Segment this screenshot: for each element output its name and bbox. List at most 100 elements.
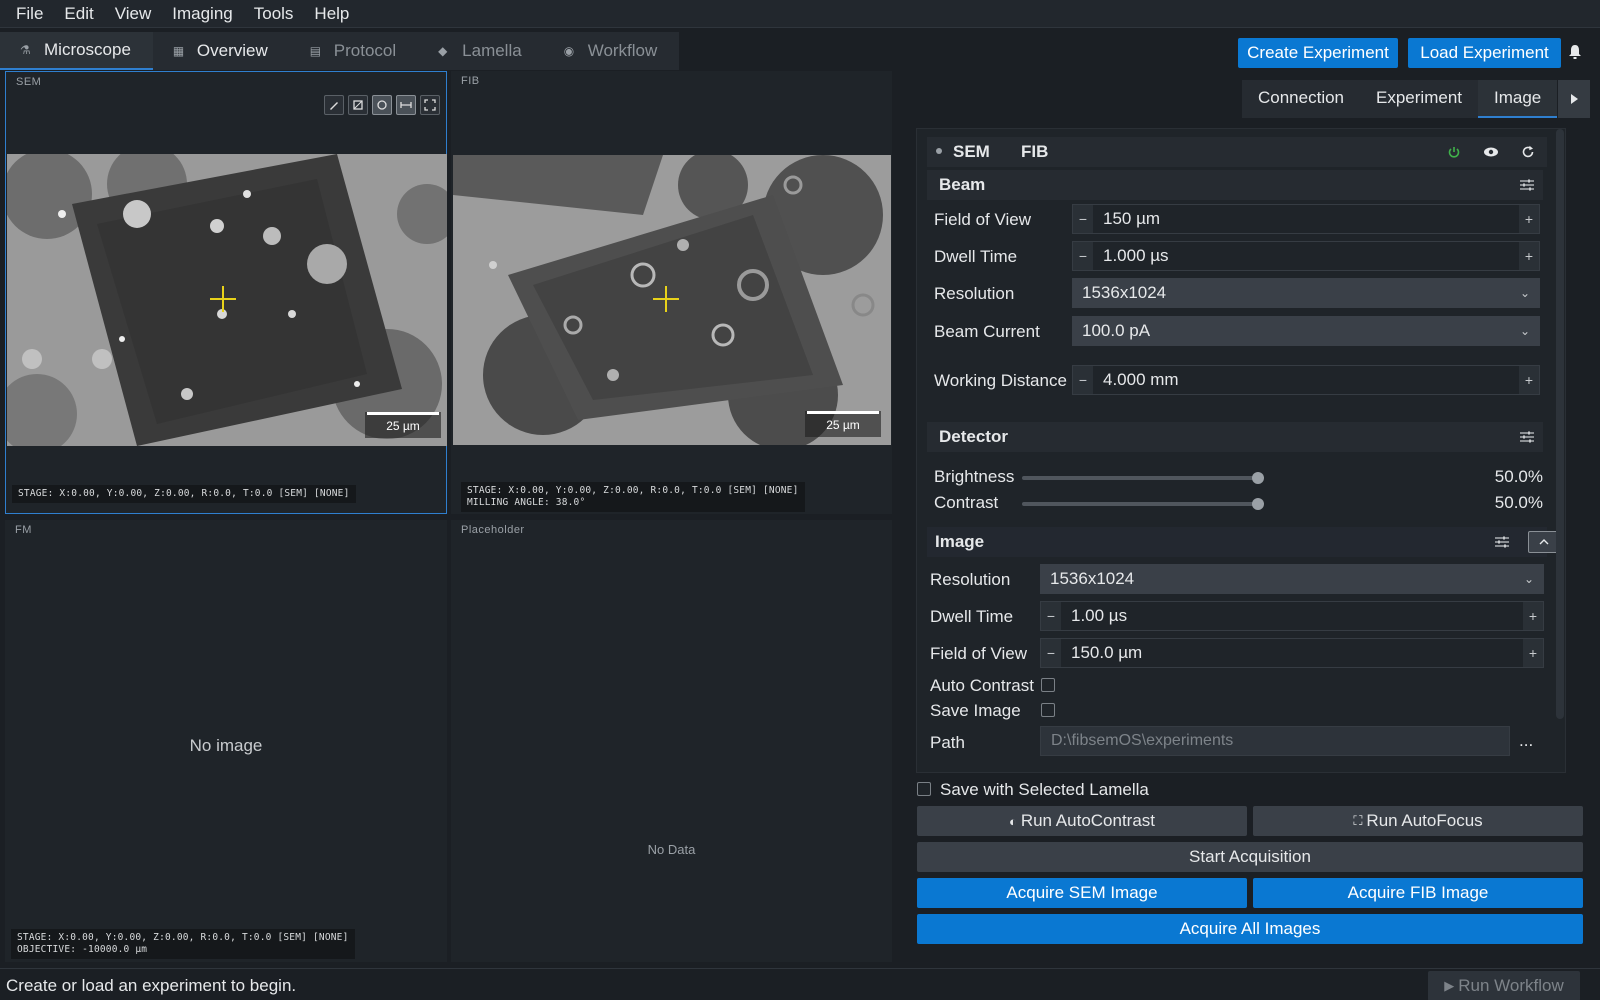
measure-tool-button[interactable]	[396, 95, 416, 115]
increment-button[interactable]: +	[1519, 366, 1539, 394]
sem-image[interactable]: 25 µm	[7, 154, 447, 446]
run-autofocus-button[interactable]: ⛶ Run AutoFocus	[1253, 806, 1583, 836]
run-autocontrast-button[interactable]: ◐ Run AutoContrast	[917, 806, 1247, 836]
tab-protocol[interactable]: ▤ Protocol	[289, 32, 419, 70]
stage-info: STAGE: X:0.00, Y:0.00, Z:0.00, R:0.0, T:…	[11, 929, 355, 959]
contrast-icon: ◐	[1008, 813, 1017, 829]
panel-scrollbar[interactable]	[1556, 129, 1564, 719]
image-resolution-value: 1536x1024	[1050, 569, 1135, 588]
circle-icon	[377, 100, 387, 110]
create-experiment-button[interactable]: Create Experiment	[1238, 38, 1398, 68]
circle-tool-button[interactable]	[372, 95, 392, 115]
menu-view[interactable]: View	[105, 0, 163, 28]
image-dwell-value[interactable]: 1.00 µs	[1061, 602, 1523, 630]
microscope-icon: ⚗	[20, 43, 31, 57]
tab-experiment[interactable]: Experiment	[1360, 80, 1478, 118]
tune-icon[interactable]	[1494, 535, 1510, 549]
acquire-sem-button[interactable]: Acquire SEM Image	[917, 878, 1247, 908]
contrast-label: Contrast	[934, 493, 999, 512]
fit-view-button[interactable]	[420, 95, 440, 115]
decrement-button[interactable]: −	[1073, 366, 1093, 394]
tune-icon[interactable]	[1519, 430, 1535, 444]
beam-section-header[interactable]: Beam	[927, 170, 1543, 200]
brightness-slider[interactable]	[1022, 476, 1262, 480]
scale-bar: 25 µm	[365, 412, 441, 438]
fm-viewer[interactable]: FM No image STAGE: X:0.00, Y:0.00, Z:0.0…	[5, 520, 447, 962]
working-distance-input[interactable]: − 4.000 mm +	[1072, 365, 1540, 395]
power-icon[interactable]	[1447, 145, 1461, 159]
beam-type-row: SEM FIB	[927, 137, 1547, 167]
sem-viewer[interactable]: SEM 25 µm STAGE: X:0.00, Y:0.00, Z:0.00,…	[5, 71, 447, 514]
image-fov-value[interactable]: 150.0 µm	[1061, 639, 1523, 667]
auto-contrast-checkbox[interactable]	[1041, 678, 1055, 692]
acquire-fib-button[interactable]: Acquire FIB Image	[1253, 878, 1583, 908]
chevron-right-icon	[1571, 94, 1578, 104]
image-fov-input[interactable]: − 150.0 µm +	[1040, 638, 1544, 668]
decrement-button[interactable]: −	[1041, 639, 1061, 667]
menu-bar: File Edit View Imaging Tools Help	[0, 0, 1600, 28]
increment-button[interactable]: +	[1519, 205, 1539, 233]
bell-icon[interactable]	[1568, 44, 1582, 60]
increment-button[interactable]: +	[1523, 602, 1543, 630]
stage-info: STAGE: X:0.00, Y:0.00, Z:0.00, R:0.0, T:…	[461, 482, 805, 512]
beam-dwell-value[interactable]: 1.000 µs	[1093, 242, 1519, 270]
contrast-slider-handle[interactable]	[1252, 498, 1264, 510]
tab-scroll-right-button[interactable]	[1558, 80, 1590, 118]
tune-icon[interactable]	[1519, 178, 1535, 192]
start-acquisition-button[interactable]: Start Acquisition	[917, 842, 1583, 872]
beam-resolution-select[interactable]: 1536x1024 ⌄	[1072, 278, 1540, 308]
detector-section-header[interactable]: Detector	[927, 422, 1543, 452]
menu-imaging[interactable]: Imaging	[162, 0, 243, 28]
working-distance-value[interactable]: 4.000 mm	[1093, 366, 1519, 394]
fm-empty-message: No image	[189, 736, 263, 755]
tab-connection[interactable]: Connection	[1242, 80, 1360, 118]
tab-lamella[interactable]: ◆ Lamella	[418, 32, 544, 70]
tab-workflow[interactable]: ◉ Workflow	[543, 32, 680, 70]
chevron-up-icon	[1539, 539, 1549, 545]
refresh-icon[interactable]	[1521, 145, 1535, 159]
tab-overview[interactable]: ▦ Overview	[152, 32, 290, 70]
chevron-down-icon: ⌄	[1523, 572, 1534, 586]
image-dwell-label: Dwell Time	[930, 607, 1014, 626]
image-resolution-select[interactable]: 1536x1024 ⌄	[1040, 564, 1544, 594]
acquire-all-button[interactable]: Acquire All Images	[917, 914, 1583, 944]
eye-icon[interactable]	[1483, 145, 1499, 159]
tab-image[interactable]: Image	[1478, 80, 1558, 118]
milling-angle-info: MILLING ANGLE: 38.0°	[467, 497, 586, 508]
menu-edit[interactable]: Edit	[54, 0, 104, 28]
beam-current-select[interactable]: 100.0 pA ⌄	[1072, 316, 1540, 346]
load-experiment-button[interactable]: Load Experiment	[1408, 38, 1561, 68]
fib-image[interactable]: 25 µm	[453, 155, 891, 445]
decrement-button[interactable]: −	[1073, 242, 1093, 270]
save-with-lamella-checkbox[interactable]	[917, 782, 931, 796]
increment-button[interactable]: +	[1523, 639, 1543, 667]
image-section-header[interactable]: Image	[927, 527, 1547, 557]
browse-path-button[interactable]: ...	[1519, 731, 1533, 751]
image-dwell-input[interactable]: − 1.00 µs +	[1040, 601, 1544, 631]
beam-type-fib[interactable]: FIB	[1021, 142, 1048, 162]
path-input[interactable]: D:\fibsemOS\experiments	[1040, 726, 1510, 756]
brightness-slider-handle[interactable]	[1252, 472, 1264, 484]
placeholder-empty-message: No Data	[647, 842, 696, 857]
menu-tools[interactable]: Tools	[244, 0, 305, 28]
fib-viewer[interactable]: FIB 25 µm STAGE: X:0.00, Y:0.00, Z:0.00,…	[451, 71, 892, 514]
beam-type-sem[interactable]: SEM	[953, 142, 990, 162]
beam-fov-input[interactable]: − 150 µm +	[1072, 204, 1540, 234]
increment-button[interactable]: +	[1519, 242, 1539, 270]
contrast-slider[interactable]	[1022, 502, 1262, 506]
beam-dwell-input[interactable]: − 1.000 µs +	[1072, 241, 1540, 271]
beam-fov-value[interactable]: 150 µm	[1093, 205, 1519, 233]
decrement-button[interactable]: −	[1073, 205, 1093, 233]
crop-icon	[353, 100, 363, 110]
run-workflow-button[interactable]: ▶ Run Workflow	[1428, 971, 1580, 1000]
decrement-button[interactable]: −	[1041, 602, 1061, 630]
crop-tool-button[interactable]	[348, 95, 368, 115]
save-image-checkbox[interactable]	[1041, 703, 1055, 717]
fib-viewer-label: FIB	[461, 75, 480, 87]
draw-tool-button[interactable]	[324, 95, 344, 115]
tab-microscope[interactable]: ⚗ Microscope	[0, 32, 153, 70]
crosshair-icon	[210, 286, 236, 312]
status-message: Create or load an experiment to begin.	[6, 976, 297, 995]
menu-help[interactable]: Help	[304, 0, 360, 28]
menu-file[interactable]: File	[6, 0, 54, 28]
